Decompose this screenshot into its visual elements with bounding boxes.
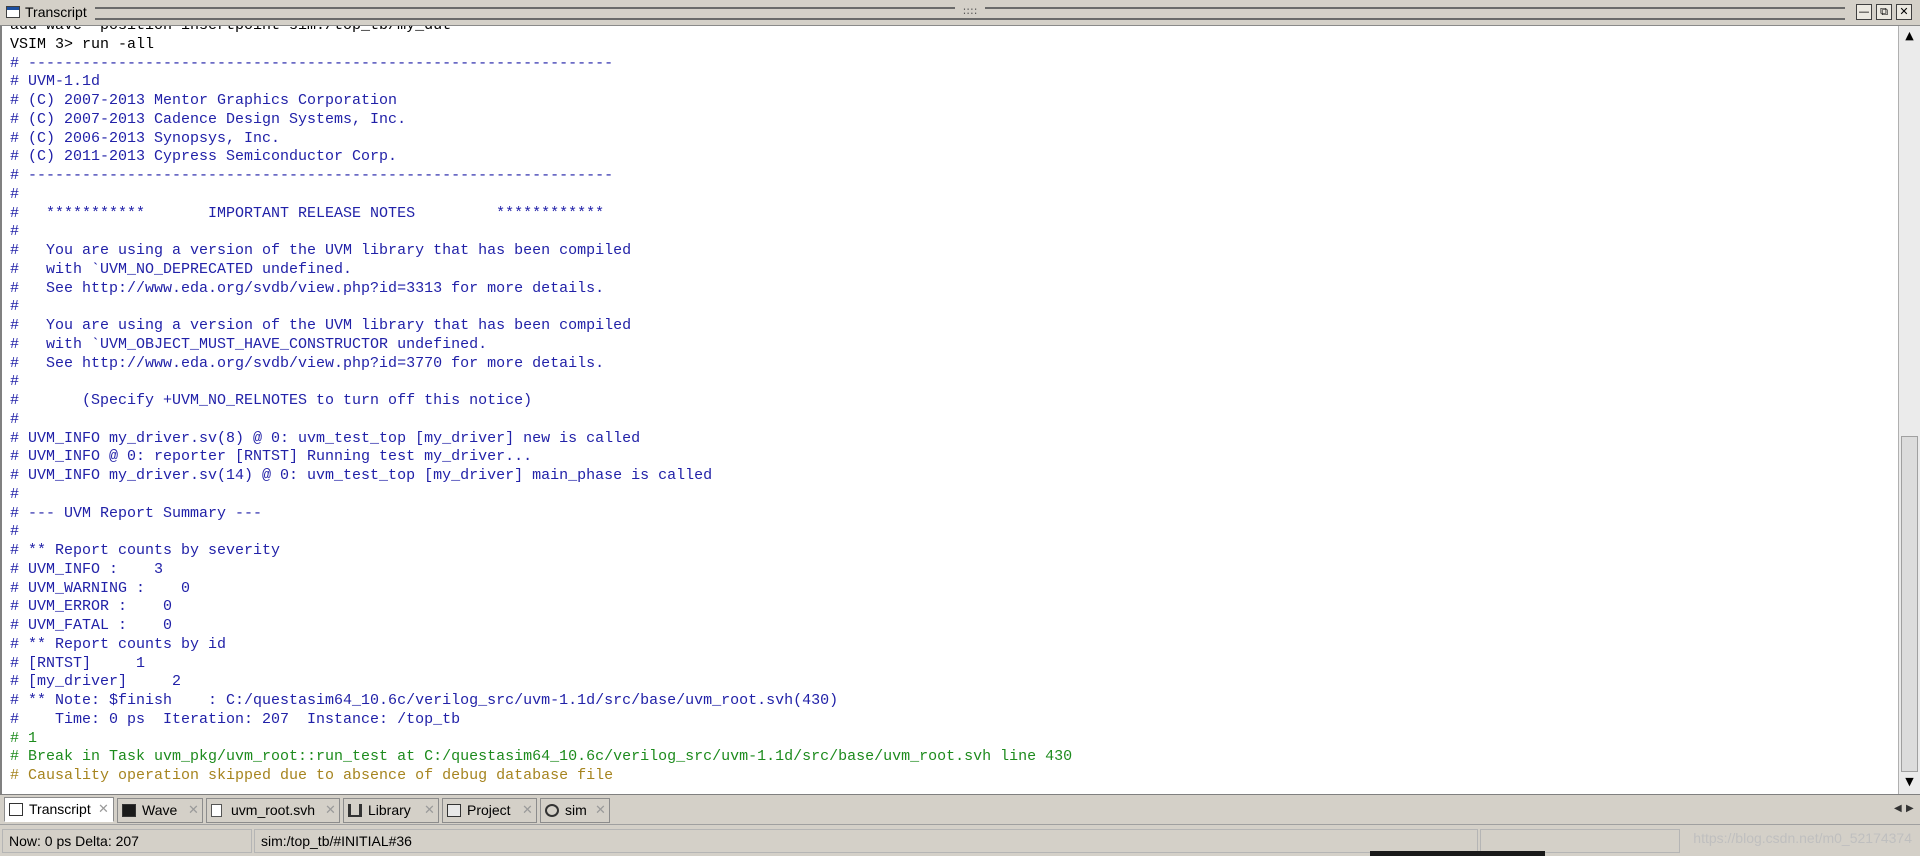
transcript-line: # (Specify +UVM_NO_RELNOTES to turn off … [10,392,533,409]
status-empty-field [1480,829,1680,853]
transcript-line: # [my_driver] 2 [10,673,182,691]
tab-sim[interactable]: sim ✕ [540,798,610,823]
wave-icon [122,804,136,817]
transcript-line: # ** Note: $finish : C:/questasim64_10.6… [10,692,839,709]
transcript-line: # (C) 2007-2013 Mentor Graphics Corporat… [10,92,398,109]
tab-scroll-left-icon[interactable]: ◀ [1894,803,1902,814]
scrollbar-thumb[interactable] [1901,436,1918,772]
transcript-line: # [10,223,20,241]
scroll-up-icon[interactable]: ▲ [1899,26,1920,46]
tab-close-icon[interactable]: ✕ [188,799,199,822]
transcript-line: # You are using a version of the UVM lib… [10,242,632,259]
transcript-line: # [10,373,20,391]
status-indicator [1370,851,1545,856]
vertical-scrollbar[interactable]: ▲ ▼ [1898,26,1920,794]
transcript-icon [9,803,23,816]
transcript-line: VSIM 3> run -all [10,35,155,53]
transcript-line: # Causality operation skipped due to abs… [10,767,614,784]
transcript-pane[interactable]: add wave -position insertpoint sim:/top_… [0,26,1898,794]
transcript-line: # *********** IMPORTANT RELEASE NOTES **… [10,204,605,222]
close-button[interactable]: ✕ [1896,4,1912,20]
tab-close-icon[interactable]: ✕ [325,799,336,822]
tab-library[interactable]: Library ✕ [343,798,439,823]
tab-close-icon[interactable]: ✕ [595,799,606,822]
library-icon [348,804,362,817]
transcript-line: # Time: 0 ps Iteration: 207 Instance: /t… [10,710,461,728]
tab-close-icon[interactable]: ✕ [98,798,109,821]
transcript-line: # [10,298,20,316]
transcript-partial-line: add wave -position insertpoint sim:/top_… [2,26,1898,36]
tab-project[interactable]: Project ✕ [442,798,537,823]
transcript-line: # UVM_FATAL : 0 [10,617,173,634]
transcript-line: # [10,523,20,541]
transcript-line: # UVM-1.1d [10,73,101,91]
transcript-line: # See http://www.eda.org/svdb/view.php?i… [10,279,605,297]
project-icon [447,804,461,817]
watermark: https://blog.csdn.net/m0_52174374 [1693,830,1912,846]
transcript-line: # (C) 2007-2013 Cadence Design Systems, … [10,110,407,128]
transcript-line: # --------------------------------------… [10,54,614,72]
status-context: sim:/top_tb/#INITIAL#36 [254,829,1478,853]
status-bar: Now: 0 ps Delta: 207 sim:/top_tb/#INITIA… [0,824,1920,856]
tab-close-icon[interactable]: ✕ [424,799,435,822]
transcript-line: # with `UVM_OBJECT_MUST_HAVE_CONSTRUCTOR… [10,335,488,353]
transcript-lines: VSIM 3> run -all # ----------------------… [2,36,1898,786]
transcript-line: # UVM_INFO : 3 [10,560,164,578]
transcript-line: # You are using a version of the UVM lib… [10,317,632,334]
minimize-button[interactable]: — [1856,4,1872,20]
transcript-line: # UVM_INFO my_driver.sv(14) @ 0: uvm_tes… [10,467,713,484]
transcript-line: # See http://www.eda.org/svdb/view.php?i… [10,354,605,372]
window-icon [6,6,20,18]
window-title: Transcript [25,4,87,20]
transcript-line: # [10,185,20,203]
file-icon [211,804,222,817]
transcript-line: # --- UVM Report Summary --- [10,504,263,522]
tab-close-icon[interactable]: ✕ [522,799,533,822]
transcript-line: # UVM_ERROR : 0 [10,598,173,616]
transcript-line: # ** Report counts by severity [10,542,281,559]
drag-grip-icon[interactable]: :::: [955,4,985,18]
transcript-line: # (C) 2006-2013 Synopsys, Inc. [10,129,281,147]
sim-icon [545,804,559,817]
restore-button[interactable]: ⧉ [1876,4,1892,20]
transcript-line: # [10,410,20,428]
tab-uvm-root-svh[interactable]: uvm_root.svh ✕ [206,798,340,823]
tab-scroll-right-icon[interactable]: ▶ [1906,803,1914,814]
tab-transcript[interactable]: Transcript ✕ [4,797,114,822]
transcript-line: # UVM_INFO my_driver.sv(8) @ 0: uvm_test… [10,429,641,447]
transcript-line: # UVM_WARNING : 0 [10,579,191,597]
title-bar: Transcript :::: — ⧉ ✕ [0,0,1920,26]
transcript-line: # ** Report counts by id [10,635,227,653]
transcript-line: # 1 [10,729,38,747]
tab-wave[interactable]: Wave ✕ [117,798,203,823]
transcript-line: # (C) 2011-2013 Cypress Semiconductor Co… [10,148,398,166]
status-time: Now: 0 ps Delta: 207 [2,829,252,853]
scroll-down-icon[interactable]: ▼ [1899,772,1920,792]
transcript-line: # --------------------------------------… [10,167,614,184]
transcript-line: # [10,485,20,503]
transcript-line: # [RNTST] 1 [10,654,146,672]
tab-bar: Transcript ✕ Wave ✕ uvm_root.svh ✕ Libra… [0,794,1920,824]
transcript-line: # with `UVM_NO_DEPRECATED undefined. [10,260,353,278]
transcript-line: # Break in Task uvm_pkg/uvm_root::run_te… [10,748,1073,766]
transcript-line: # UVM_INFO @ 0: reporter [RNTST] Running… [10,448,533,466]
